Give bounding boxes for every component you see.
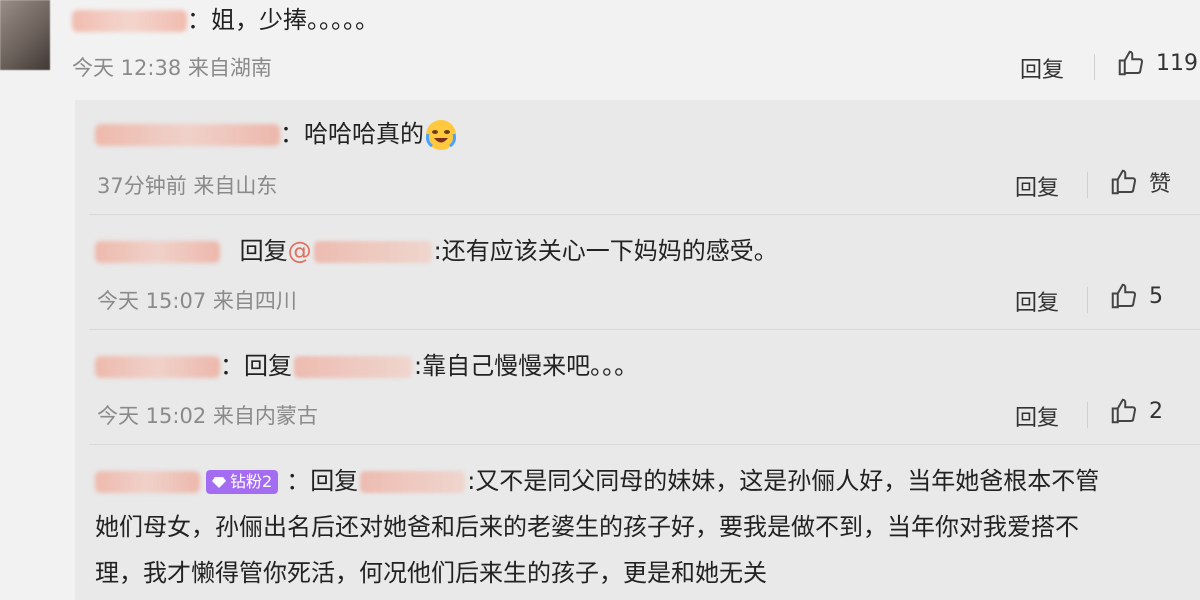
like-count: 119: [1156, 50, 1198, 76]
comment-text: ：姐，少捧。。。。。: [187, 6, 379, 34]
reply-separator: [89, 444, 1200, 445]
thumbs-up-icon: [1111, 169, 1137, 195]
reply-text-line3: 理，我才懒得管你死活，何况他们后来生的孩子，更是和她无关: [95, 559, 767, 587]
reply-text: 哈哈哈真的: [304, 120, 424, 148]
reply-button[interactable]: 回复: [1015, 170, 1059, 202]
divider: [1087, 287, 1088, 313]
username-blurred[interactable]: [95, 471, 200, 493]
like-label: 赞: [1149, 172, 1172, 197]
mention-blurred[interactable]: [360, 471, 466, 493]
reply-body: 钻粉2 ：回复:又不是同父同母的妹妹，这是孙俪人好，当年她爸根本不管 她们母女，孙…: [95, 461, 1185, 593]
like-button[interactable]: 赞: [1109, 166, 1171, 198]
mention-blurred[interactable]: [313, 241, 432, 263]
divider: [1087, 402, 1088, 428]
username-blurred[interactable]: [95, 124, 280, 146]
thumbs-up-icon: [1111, 398, 1137, 424]
mention-link[interactable]: @: [288, 237, 312, 265]
divider: [1094, 54, 1095, 80]
like-count: 2: [1149, 398, 1163, 424]
reply-button[interactable]: 回复: [1015, 400, 1059, 432]
username-blurred[interactable]: [95, 241, 220, 263]
reply-prefix: 回复: [310, 467, 359, 495]
crying-laughing-emoji: [426, 120, 456, 150]
divider: [1087, 172, 1088, 198]
comment-time: 今天 12:38: [72, 56, 182, 80]
reply-line: 钻粉2 ：回复:又不是同父同母的妹妹，这是孙俪人好，当年她爸根本不管: [95, 461, 1185, 501]
avatar[interactable]: [0, 0, 50, 70]
reply-button[interactable]: 回复: [1015, 285, 1059, 317]
like-button[interactable]: 2: [1109, 396, 1163, 426]
reply-separator: [89, 214, 1200, 215]
reply-button[interactable]: 回复: [1020, 52, 1064, 84]
comment-location: 来自湖南: [187, 56, 272, 80]
fan-badge[interactable]: 钻粉2: [206, 470, 279, 494]
comment-meta: 今天 12:38 来自湖南: [72, 52, 272, 82]
mention-blurred[interactable]: [294, 356, 412, 378]
like-count: 5: [1149, 283, 1163, 309]
reply-text-line2: 她们母女，孙俪出名后还对她爸和后来的老婆生的孩子好，要我是做不到，当年你对我爱搭…: [95, 513, 1079, 541]
reply-meta: 今天 15:02 来自内蒙古: [97, 404, 318, 428]
diamond-icon: [212, 477, 226, 488]
reply-prefix: 回复: [239, 237, 288, 265]
reply-text-line1: :又不是同父同母的妹妹，这是孙俪人好，当年她爸根本不管: [467, 467, 1100, 495]
reply-separator: [89, 329, 1200, 330]
comment-body: ：姐，少捧。。。。。: [72, 4, 379, 36]
reply-text: :还有应该关心一下妈妈的感受。: [433, 237, 778, 265]
replies-panel: ：哈哈哈真的 37分钟前 来自山东 回复 赞 回复@:还有应该关心一下妈妈的感受…: [75, 100, 1200, 600]
like-button[interactable]: 5: [1109, 281, 1163, 311]
like-button[interactable]: 119: [1116, 48, 1198, 78]
reply-body: 回复@ :还有应该关心一下妈妈的感受。: [95, 235, 778, 267]
reply-body: ：回复:靠自己慢慢来吧。。。: [95, 350, 638, 382]
reply-meta: 今天 15:07 来自四川: [97, 289, 297, 313]
thumbs-up-icon: [1111, 283, 1137, 309]
reply-text: :靠自己慢慢来吧。。。: [414, 352, 639, 380]
reply-meta: 37分钟前 来自山东: [97, 174, 278, 198]
username-blurred[interactable]: [72, 10, 187, 32]
username-blurred[interactable]: [95, 356, 220, 378]
thumbs-up-icon: [1118, 50, 1144, 76]
top-comment: ：姐，少捧。。。。。 今天 12:38 来自湖南 回复 119: [72, 0, 1200, 96]
reply-prefix: 回复: [244, 352, 292, 380]
reply-body: ：哈哈哈真的: [95, 118, 458, 152]
